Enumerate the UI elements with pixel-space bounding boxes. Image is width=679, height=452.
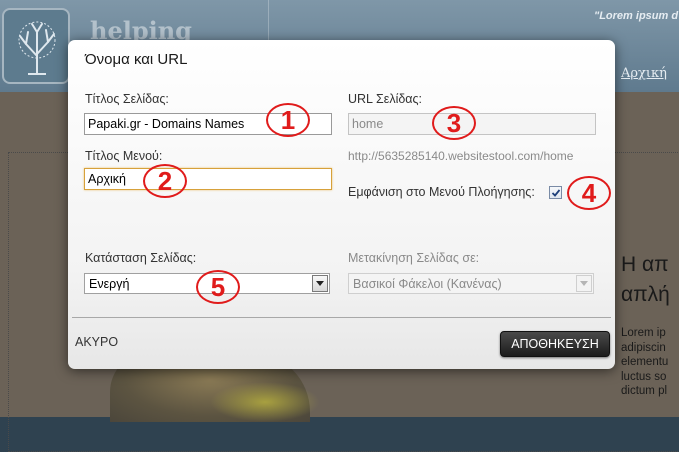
annotation-marker-5: 5 bbox=[196, 270, 240, 304]
url-label: URL Σελίδας: bbox=[348, 92, 423, 106]
content-text-line: luctus so bbox=[621, 370, 667, 383]
checkmark-icon bbox=[551, 189, 561, 197]
status-select-arrow[interactable] bbox=[312, 275, 328, 292]
status-label: Κατάσταση Σελίδας: bbox=[85, 251, 197, 265]
content-image-highlight bbox=[210, 382, 320, 422]
chevron-down-icon bbox=[580, 281, 588, 286]
tree-icon bbox=[18, 21, 56, 75]
dialog-title: Όνομα και URL bbox=[85, 51, 188, 68]
save-button[interactable]: ΑΠΟΘΗΚΕΥΣΗ bbox=[500, 331, 610, 357]
menu-title-label: Τίτλος Μενού: bbox=[85, 149, 163, 163]
menu-title-input[interactable]: Αρχική bbox=[84, 168, 332, 190]
annotation-marker-2: 2 bbox=[143, 164, 187, 198]
site-tagline: "Lorem ipsum d bbox=[594, 10, 679, 22]
move-page-select-arrow[interactable] bbox=[576, 275, 592, 292]
content-text-line: adipiscin bbox=[621, 341, 666, 354]
cancel-button[interactable]: ΑΚΥΡΟ bbox=[75, 335, 118, 349]
content-heading-line: Η απ bbox=[621, 253, 669, 276]
page-title-label: Τίτλος Σελίδας: bbox=[85, 92, 169, 106]
content-text-line: dictum pl bbox=[621, 385, 668, 397]
dialog-divider bbox=[72, 317, 611, 318]
content-paragraph: Lorem ip adipiscin elementu luctus so di… bbox=[621, 326, 668, 399]
annotation-marker-4: 4 bbox=[567, 176, 611, 210]
url-preview: http://5635285140.websitestool.com/home bbox=[348, 149, 574, 163]
show-in-menu-label: Εμφάνιση στο Μενού Πλοήγησης: bbox=[348, 185, 535, 199]
move-page-select[interactable]: Βασικοί Φάκελοι (Κανένας) bbox=[348, 273, 594, 294]
content-text-line: Lorem ip bbox=[621, 327, 666, 339]
content-heading: Η απ απλή bbox=[621, 250, 670, 310]
site-logo[interactable] bbox=[2, 8, 70, 84]
annotation-marker-1: 1 bbox=[266, 103, 310, 137]
annotation-marker-3: 3 bbox=[432, 106, 476, 140]
move-page-label: Μετακίνηση Σελίδας σε: bbox=[348, 251, 480, 265]
content-heading-line: απλή bbox=[621, 283, 670, 306]
content-text-line: elementu bbox=[621, 356, 669, 368]
move-page-select-value: Βασικοί Φάκελοι (Κανένας) bbox=[353, 277, 502, 291]
page-settings-dialog: Όνομα και URL Τίτλος Σελίδας: Papaki.gr … bbox=[68, 40, 615, 369]
status-select-value: Ενεργή bbox=[89, 277, 130, 291]
show-in-menu-checkbox[interactable] bbox=[549, 186, 562, 199]
chevron-down-icon bbox=[316, 281, 324, 286]
nav-link-home[interactable]: Αρχική bbox=[621, 66, 667, 81]
